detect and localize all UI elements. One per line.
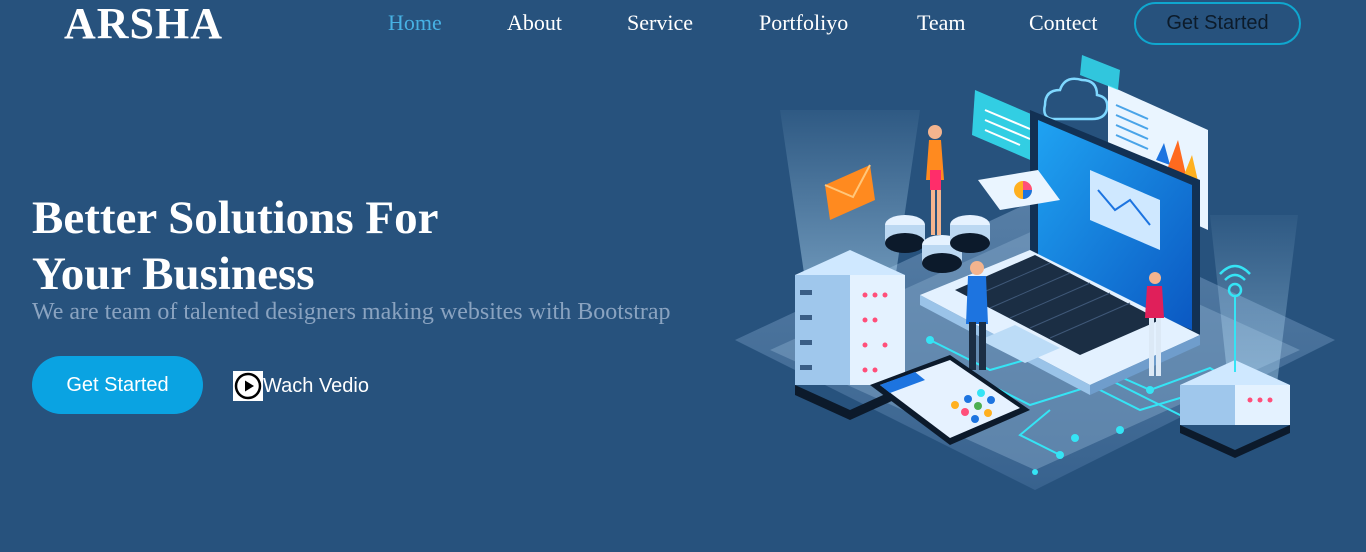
nav-home[interactable]: Home	[388, 9, 442, 37]
nav-about[interactable]: About	[507, 9, 562, 37]
hero-subtitle: We are team of talented designers making…	[32, 299, 671, 325]
nav-contact[interactable]: Contect	[1029, 9, 1097, 37]
watch-video-label: Wach Vedio	[263, 374, 369, 397]
nav-service[interactable]: Service	[627, 9, 693, 37]
get-started-button[interactable]: Get Started	[32, 356, 203, 414]
watch-video-link[interactable]: Wach Vedio	[233, 370, 369, 402]
hero-illustration	[735, 55, 1335, 490]
hero-title: Better Solutions For Your Business	[32, 190, 632, 302]
nav-portfolio[interactable]: Portfoliyo	[759, 9, 848, 37]
play-icon[interactable]	[233, 371, 263, 401]
nav-team[interactable]: Team	[917, 9, 966, 37]
site-logo[interactable]: ARSHA	[64, 0, 223, 48]
nav-get-started-button[interactable]: Get Started	[1134, 2, 1301, 45]
hero-title-line1: Better Solutions For	[32, 192, 439, 244]
hero-title-line2: Your Business	[32, 248, 315, 300]
